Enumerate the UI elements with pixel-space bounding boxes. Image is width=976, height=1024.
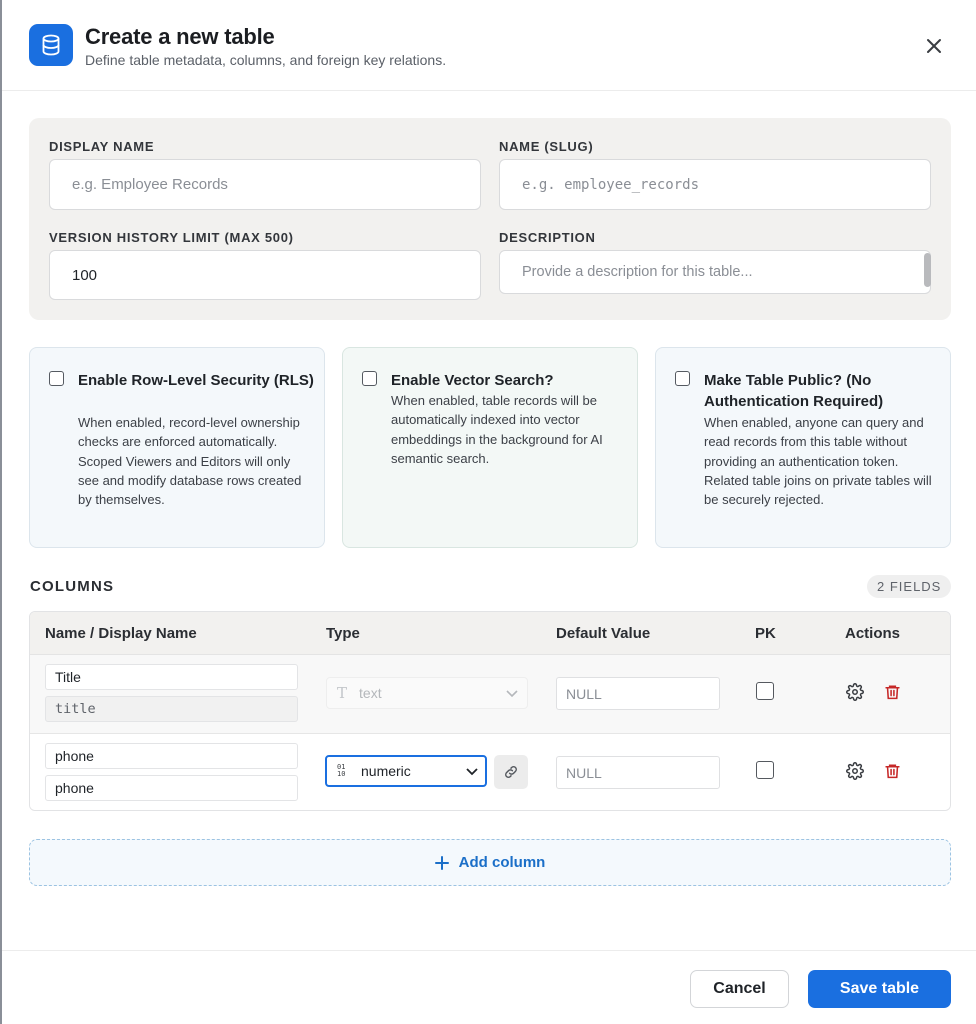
- pk-checkbox[interactable]: [756, 761, 774, 779]
- columns-section-title: COLUMNS: [30, 578, 115, 595]
- slug-input[interactable]: e.g. employee_records: [499, 159, 931, 210]
- public-description: When enabled, anyone can query and read …: [704, 415, 932, 508]
- column-name-cell[interactable]: phone: [45, 775, 298, 801]
- text-type-icon: T: [337, 684, 348, 702]
- add-column-button[interactable]: Add column: [29, 839, 951, 886]
- description-placeholder: Provide a description for this table...: [522, 264, 753, 280]
- window-edge: [0, 0, 2, 1024]
- public-option-card[interactable]: Make Table Public? (No Authentication Re…: [655, 347, 951, 548]
- dialog-header: Create a new table Define table metadata…: [2, 0, 976, 91]
- header-default: Default Value: [556, 625, 651, 642]
- description-label: DESCRIPTION: [499, 230, 596, 245]
- display-name-cell[interactable]: phone: [45, 743, 298, 769]
- header-type: Type: [326, 625, 360, 642]
- header-actions: Actions: [845, 625, 901, 642]
- link-icon[interactable]: [494, 755, 528, 789]
- rls-title: Enable Row-Level Security (RLS): [78, 372, 314, 389]
- plus-icon: [434, 855, 449, 870]
- public-title: Make Table Public? (No Authentication Re…: [704, 372, 884, 410]
- database-icon: [29, 24, 73, 66]
- type-label: text: [359, 685, 382, 701]
- fields-count-badge: 2 FIELDS: [867, 575, 952, 598]
- table-row: Title title T text NULL: [30, 655, 950, 734]
- slug-label: NAME (SLUG): [499, 139, 594, 154]
- rls-checkbox[interactable]: [49, 371, 64, 386]
- public-checkbox[interactable]: [675, 371, 690, 386]
- add-column-label: Add column: [458, 854, 546, 871]
- default-value-input[interactable]: NULL: [556, 756, 720, 789]
- pk-checkbox[interactable]: [756, 682, 774, 700]
- header-pk: PK: [755, 625, 776, 642]
- chevron-down-icon: [466, 768, 478, 776]
- cancel-button[interactable]: Cancel: [690, 970, 789, 1008]
- vector-search-description: When enabled, table records will be auto…: [391, 393, 603, 466]
- gear-icon[interactable]: [845, 682, 865, 702]
- rls-option-card[interactable]: Enable Row-Level Security (RLS) When ena…: [29, 347, 325, 548]
- description-textarea[interactable]: Provide a description for this table...: [499, 250, 931, 294]
- display-name-label: DISPLAY NAME: [49, 139, 155, 154]
- column-name-cell: title: [45, 696, 298, 722]
- display-name-input[interactable]: e.g. Employee Records: [49, 159, 481, 210]
- type-select[interactable]: 01 10 numeric: [325, 755, 487, 787]
- trash-icon[interactable]: [882, 761, 902, 781]
- vector-search-title: Enable Vector Search?: [391, 372, 554, 389]
- gear-icon[interactable]: [845, 761, 865, 781]
- version-limit-input[interactable]: 100: [49, 250, 481, 300]
- close-icon[interactable]: [922, 34, 946, 58]
- table-row: phone phone 01 10 numeric NULL: [30, 734, 950, 810]
- save-table-button[interactable]: Save table: [808, 970, 951, 1008]
- numeric-type-icon: 01 10: [337, 763, 346, 778]
- table-header: Name / Display Name Type Default Value P…: [30, 612, 950, 655]
- description-scrollbar[interactable]: [924, 253, 931, 287]
- header-name: Name / Display Name: [45, 625, 197, 642]
- metadata-panel: DISPLAY NAME e.g. Employee Records NAME …: [29, 118, 951, 320]
- footer-divider: [2, 950, 976, 951]
- chevron-down-icon: [506, 690, 518, 698]
- type-label: numeric: [361, 763, 411, 779]
- display-name-cell[interactable]: Title: [45, 664, 298, 690]
- vector-search-checkbox[interactable]: [362, 371, 377, 386]
- rls-description: When enabled, record-level ownership che…: [78, 415, 302, 508]
- vector-search-option-card[interactable]: Enable Vector Search? When enabled, tabl…: [342, 347, 638, 548]
- default-value-input[interactable]: NULL: [556, 677, 720, 710]
- trash-icon[interactable]: [882, 682, 902, 702]
- dialog-title: Create a new table: [85, 24, 275, 49]
- version-limit-label: VERSION HISTORY LIMIT (MAX 500): [49, 230, 294, 245]
- columns-table: Name / Display Name Type Default Value P…: [29, 611, 951, 811]
- dialog-subtitle: Define table metadata, columns, and fore…: [85, 52, 447, 68]
- type-select: T text: [326, 677, 528, 709]
